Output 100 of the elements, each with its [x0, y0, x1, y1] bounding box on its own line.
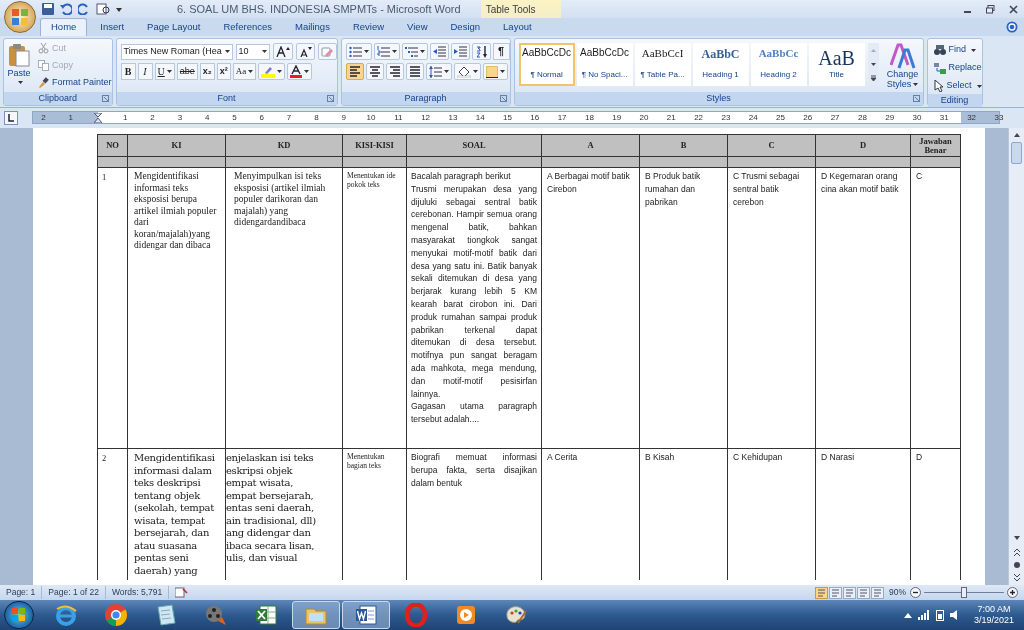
status-page-count[interactable]: Page: 1 of 22	[42, 586, 106, 599]
caret-icon[interactable]	[17, 80, 23, 84]
sort-button[interactable]	[471, 43, 491, 60]
ribbon-tab[interactable]: References	[213, 19, 283, 36]
ribbon-tab[interactable]: View	[397, 19, 438, 36]
caret-icon[interactable]	[499, 70, 505, 73]
clock[interactable]: 7:00 AM 3/19/2021	[973, 604, 1014, 626]
save-icon[interactable]	[42, 3, 54, 15]
editing-command[interactable]: Select	[933, 78, 982, 94]
dialog-launcher-icon[interactable]	[326, 95, 334, 102]
caret-icon[interactable]	[976, 84, 982, 88]
caret-icon[interactable]	[363, 50, 369, 53]
dialog-launcher-icon[interactable]	[101, 95, 109, 102]
shrink-font-button[interactable]	[295, 43, 315, 60]
multilevel-list-button[interactable]	[401, 43, 428, 60]
battery-icon[interactable]	[935, 609, 944, 621]
caret-icon[interactable]	[419, 50, 425, 53]
caret-icon[interactable]	[472, 70, 478, 73]
style-gallery-item[interactable]: AaBbCcDc ¶ No Spaci...	[576, 43, 633, 86]
line-spacing-button[interactable]	[425, 63, 452, 80]
caret-icon[interactable]	[261, 50, 267, 53]
dialog-launcher-icon[interactable]	[912, 95, 920, 102]
indent-marker-icon[interactable]	[94, 113, 102, 123]
strikethrough-button[interactable]: abe	[176, 63, 198, 80]
dialog-launcher-icon[interactable]	[499, 95, 507, 102]
numbering-button[interactable]	[373, 43, 400, 60]
ruler-number: 11	[394, 112, 403, 123]
proofing-icon[interactable]	[175, 587, 189, 598]
caret-icon[interactable]	[248, 70, 254, 73]
customize-toolbar-icon[interactable]	[116, 6, 122, 12]
change-case-button[interactable]: Aa	[232, 63, 257, 80]
ribbon-tab[interactable]: Review	[342, 19, 395, 36]
status-word-count[interactable]: Words: 5,791	[105, 586, 170, 599]
zoom-out-icon[interactable]	[910, 587, 921, 598]
grow-font-icon	[275, 46, 290, 57]
align-center-icon	[368, 65, 381, 78]
grow-font-button[interactable]	[272, 43, 293, 60]
ribbon-tab[interactable]: Mailings	[285, 19, 340, 36]
zoom-level[interactable]: 90%	[889, 586, 906, 599]
volume-icon[interactable]	[949, 610, 960, 620]
caret-icon[interactable]	[224, 50, 230, 53]
help-icon[interactable]	[1006, 21, 1018, 33]
subscript-button[interactable]: x₂	[199, 63, 215, 80]
font-color-button[interactable]	[287, 63, 313, 80]
style-gallery-item[interactable]: AaBbCcI ¶ Table Pa...	[634, 43, 691, 86]
caret-icon[interactable]	[971, 48, 977, 52]
ruler-number: 28	[857, 112, 867, 123]
clipboard-command[interactable]: Format Painter	[38, 75, 112, 90]
zoom-slider[interactable]	[924, 587, 1004, 598]
start-button[interactable]	[4, 601, 34, 629]
close-icon[interactable]	[1009, 4, 1018, 14]
underline-button[interactable]: U	[154, 63, 175, 80]
scrollbar-thumb[interactable]	[1011, 142, 1022, 164]
ribbon-tab[interactable]: Layout	[493, 19, 542, 36]
ribbon-tab[interactable]: Insert	[90, 19, 135, 36]
ribbon-tab[interactable]: Design	[440, 19, 491, 36]
editing-command[interactable]: Replace	[933, 60, 982, 76]
office-button[interactable]	[4, 1, 36, 33]
bullets-button[interactable]	[345, 43, 372, 60]
superscript-button[interactable]: x²	[216, 63, 231, 80]
style-gallery-item[interactable]: AaBbCc Heading 2	[750, 43, 807, 86]
ribbon-tab[interactable]: Home	[40, 18, 88, 36]
caret-icon[interactable]	[304, 70, 310, 73]
align-right-button[interactable]	[385, 63, 404, 80]
paste-button[interactable]: Paste	[4, 39, 34, 92]
taskbar-button[interactable]	[342, 601, 390, 629]
restore-icon[interactable]	[986, 4, 995, 14]
style-gallery-item[interactable]: AaBbC Heading 1	[692, 43, 749, 86]
column-header: NO	[97, 134, 128, 157]
caret-icon[interactable]	[913, 83, 919, 87]
caret-icon[interactable]	[391, 50, 397, 53]
change-styles-button[interactable]: Change Styles	[882, 43, 923, 89]
zoom-slider-thumb[interactable]	[961, 587, 967, 598]
align-center-button[interactable]	[365, 63, 384, 80]
caret-icon[interactable]	[443, 70, 449, 73]
shading-button[interactable]	[453, 63, 481, 80]
style-gallery-item[interactable]: AaBbCcDc ¶ Normal	[518, 43, 575, 86]
tab-selector-icon[interactable]	[4, 111, 18, 125]
zoom-in-icon[interactable]	[1007, 587, 1018, 598]
align-justify-button[interactable]	[405, 63, 424, 80]
borders-button[interactable]	[482, 63, 508, 80]
ruler-number: 2	[41, 112, 46, 123]
print-preview-icon[interactable]	[96, 3, 110, 15]
font-name-field[interactable]: Times New Roman (Hea	[120, 43, 233, 60]
italic-button[interactable]: I	[137, 63, 153, 80]
font-size-field[interactable]: 10	[235, 43, 270, 60]
show-formatting-button[interactable]: ¶	[492, 43, 510, 60]
style-gallery-item[interactable]: AaB Title	[808, 43, 865, 86]
caret-icon[interactable]	[277, 70, 283, 73]
status-page[interactable]: Page: 1	[0, 586, 43, 599]
undo-icon[interactable]	[60, 3, 72, 15]
caret-icon[interactable]	[166, 70, 172, 73]
bold-button[interactable]: B	[120, 63, 136, 80]
signal-icon[interactable]	[917, 610, 930, 620]
ribbon-tab[interactable]: Page Layout	[137, 19, 211, 36]
highlight-button[interactable]	[258, 63, 286, 80]
editing-command[interactable]: Find	[933, 42, 982, 58]
redo-icon[interactable]	[78, 3, 90, 15]
align-left-button[interactable]	[345, 63, 364, 80]
show-hidden-icons-icon[interactable]	[903, 612, 912, 618]
